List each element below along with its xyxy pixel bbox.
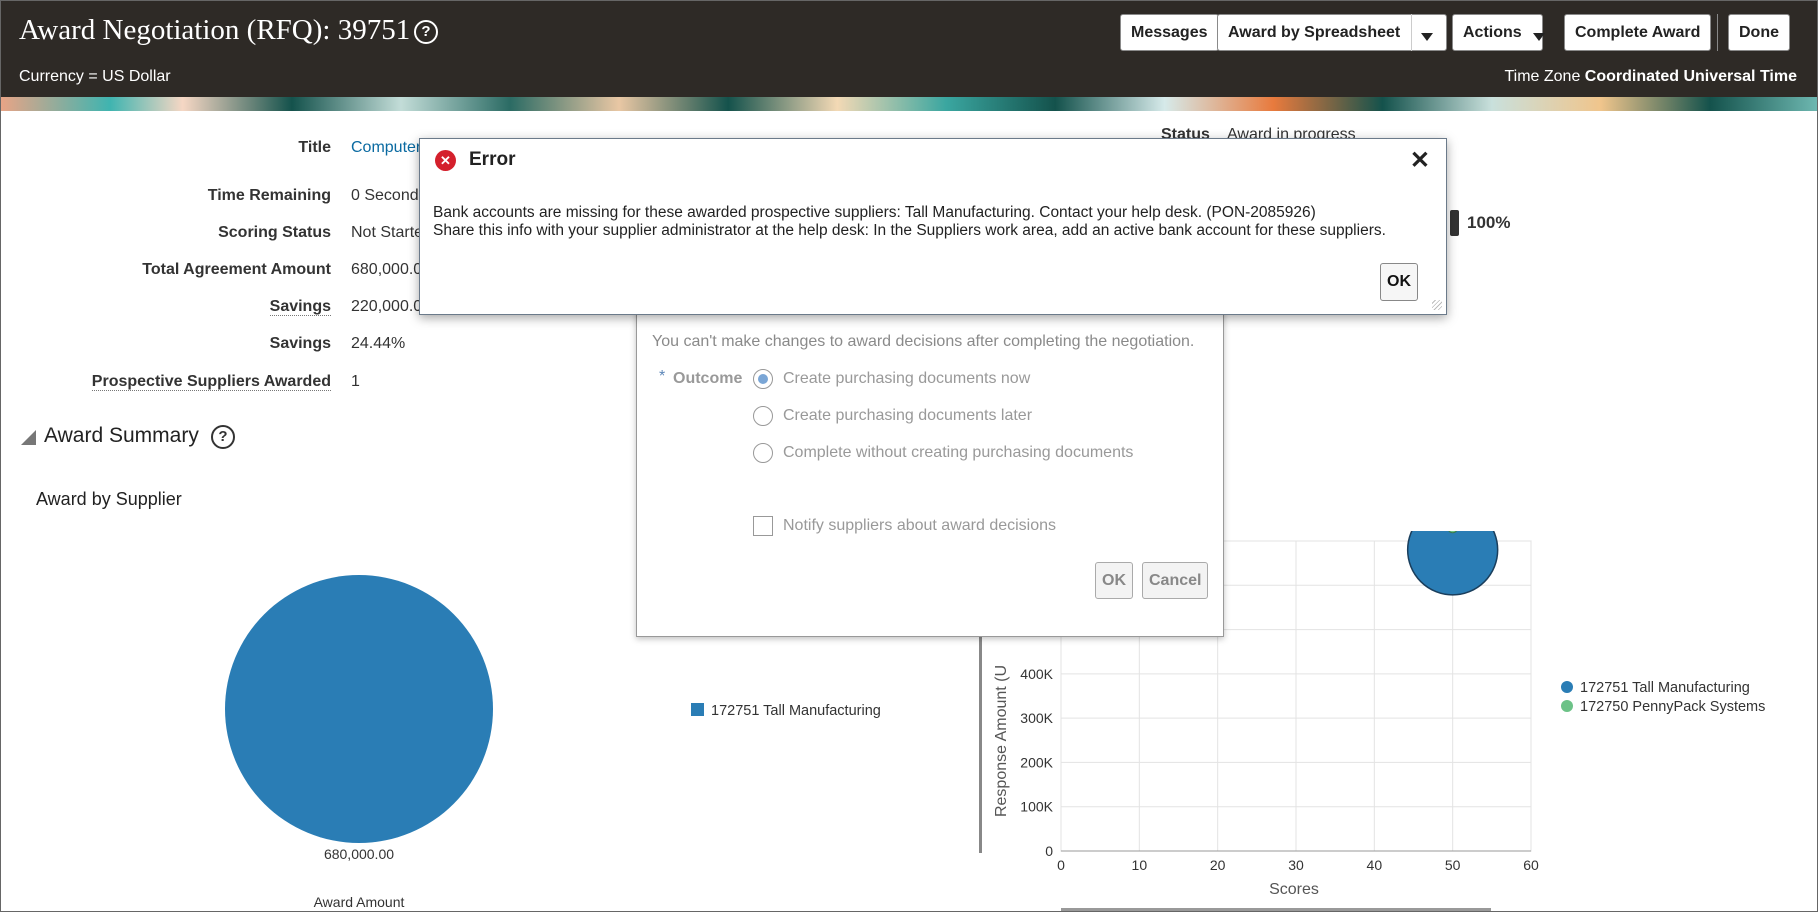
page-frame: Award Negotiation (RFQ): 39751 ? Currenc… <box>0 0 1818 912</box>
actions-label: Actions <box>1463 24 1522 41</box>
pie-slice <box>225 575 493 843</box>
progress-bar <box>1450 210 1459 236</box>
x-tick-label: 0 <box>1057 857 1065 873</box>
y-tick-label: 100K <box>1020 799 1053 815</box>
x-tick-label: 20 <box>1210 857 1226 873</box>
y-tick-label: 400K <box>1020 666 1053 682</box>
x-tick-label: 40 <box>1367 857 1383 873</box>
help-icon[interactable]: ? <box>414 20 438 44</box>
error-message-line-1: Bank accounts are missing for these awar… <box>433 204 1316 221</box>
dialog-message: You can't make changes to award decision… <box>652 333 1195 350</box>
outcome-option-label: Create purchasing documents now <box>783 370 1031 387</box>
scatter-legend-label: 172750 PennyPack Systems <box>1580 699 1765 715</box>
error-ok-button[interactable]: OK <box>1380 263 1418 301</box>
award-summary-heading: Award Summary <box>44 424 199 447</box>
currency-label: Currency = US Dollar <box>19 68 171 85</box>
dialog-cancel-button[interactable]: Cancel <box>1142 562 1209 599</box>
notify-suppliers-checkbox[interactable] <box>753 516 773 536</box>
savings-percent-label: Savings <box>269 335 331 352</box>
required-marker: * <box>659 368 666 385</box>
actions-button[interactable]: Actions <box>1452 14 1543 51</box>
outcome-radio-later[interactable] <box>753 406 773 426</box>
error-dialog: ✕ Error ✕ Bank accounts are missing for … <box>419 138 1447 315</box>
chart-title: Award by Supplier <box>36 489 182 509</box>
savings-amount-label[interactable]: Savings <box>1 298 331 316</box>
award-by-spreadsheet-button[interactable]: Award by Spreadsheet <box>1217 14 1447 51</box>
scoring-status-value: Not Starte <box>351 224 424 241</box>
x-tick-label: 50 <box>1445 857 1461 873</box>
pie-axis-label: Award Amount <box>314 894 405 910</box>
scatter-legend-swatch <box>1561 681 1573 693</box>
messages-button[interactable]: Messages <box>1120 14 1219 51</box>
suppliers-awarded-value: 1 <box>351 373 360 390</box>
pie-data-label: 680,000.00 <box>324 846 394 862</box>
close-icon[interactable]: ✕ <box>1410 146 1430 175</box>
error-message-line-2: Share this info with your supplier admin… <box>433 222 1386 239</box>
outcome-option-label: Complete without creating purchasing doc… <box>783 444 1134 461</box>
error-dialog-title: Error <box>469 149 516 170</box>
time-remaining-value: 0 Second <box>351 187 419 204</box>
dialog-ok-button[interactable]: OK <box>1095 562 1133 599</box>
scatter-legend-swatch <box>1561 700 1573 712</box>
total-agreement-amount-label: Total Agreement Amount <box>142 261 331 278</box>
scatter-x-axis-label: Scores <box>1269 881 1319 898</box>
timezone-value: Coordinated Universal Time <box>1584 68 1797 85</box>
savings-amount-label-text: Savings <box>269 298 331 316</box>
time-remaining-label: Time Remaining <box>207 187 331 204</box>
outcome-radio-none[interactable] <box>753 443 773 463</box>
x-tick-label: 10 <box>1132 857 1148 873</box>
title-label: Title <box>298 139 331 156</box>
outcome-radio-now[interactable] <box>753 369 773 389</box>
chevron-down-icon <box>1533 32 1545 41</box>
resize-grip-icon[interactable] <box>1432 300 1442 310</box>
pie-legend-label: 172751 Tall Manufacturing <box>711 703 881 719</box>
collapse-toggle-icon[interactable] <box>21 430 36 445</box>
horizontal-scrollbar[interactable] <box>1061 908 1491 912</box>
page-title: Award Negotiation (RFQ): 39751 <box>19 14 411 46</box>
y-tick-label: 300K <box>1020 710 1053 726</box>
suppliers-awarded-label[interactable]: Prospective Suppliers Awarded <box>1 373 331 391</box>
y-tick-label: 0 <box>1045 843 1053 859</box>
page-header: Award Negotiation (RFQ): 39751 ? Currenc… <box>1 1 1817 97</box>
timezone-caption: Time Zone <box>1504 68 1581 85</box>
scatter-y-axis-label: Response Amount (U <box>993 665 1010 817</box>
toolbar-divider <box>1717 14 1718 51</box>
help-icon[interactable]: ? <box>211 425 235 449</box>
suppliers-awarded-label-text: Prospective Suppliers Awarded <box>91 373 331 391</box>
y-tick-label: 200K <box>1020 754 1053 770</box>
scatter-legend-label: 172751 Tall Manufacturing <box>1580 680 1750 696</box>
x-tick-label: 60 <box>1523 857 1539 873</box>
error-icon: ✕ <box>435 150 456 171</box>
title-link[interactable]: Computer <box>351 139 421 157</box>
total-agreement-amount-value: 680,000.0 <box>351 261 423 278</box>
award-by-spreadsheet-label: Award by Spreadsheet <box>1228 24 1401 41</box>
x-tick-label: 30 <box>1288 857 1304 873</box>
scoring-status-label: Scoring Status <box>218 224 331 241</box>
timezone-label: Time Zone Coordinated Universal Time <box>1504 68 1797 86</box>
savings-amount-value: 220,000.0 <box>351 298 423 315</box>
complete-award-button[interactable]: Complete Award <box>1564 14 1712 51</box>
progress-percent: 100% <box>1467 213 1511 232</box>
savings-percent-value: 24.44% <box>351 335 406 352</box>
split-separator <box>1411 14 1412 51</box>
outcome-option-label: Create purchasing documents later <box>783 407 1033 424</box>
award-by-spreadsheet-menu-icon[interactable] <box>1421 28 1433 46</box>
notify-suppliers-label: Notify suppliers about award decisions <box>783 517 1057 534</box>
complete-award-dialog: You can't make changes to award decision… <box>636 301 1224 637</box>
actions-menu-icon <box>1533 28 1545 46</box>
chevron-down-icon <box>1421 32 1433 41</box>
decorative-banner <box>1 97 1817 111</box>
outcome-label: Outcome <box>673 370 743 387</box>
done-button[interactable]: Done <box>1728 14 1790 51</box>
pie-legend-swatch <box>691 703 704 716</box>
